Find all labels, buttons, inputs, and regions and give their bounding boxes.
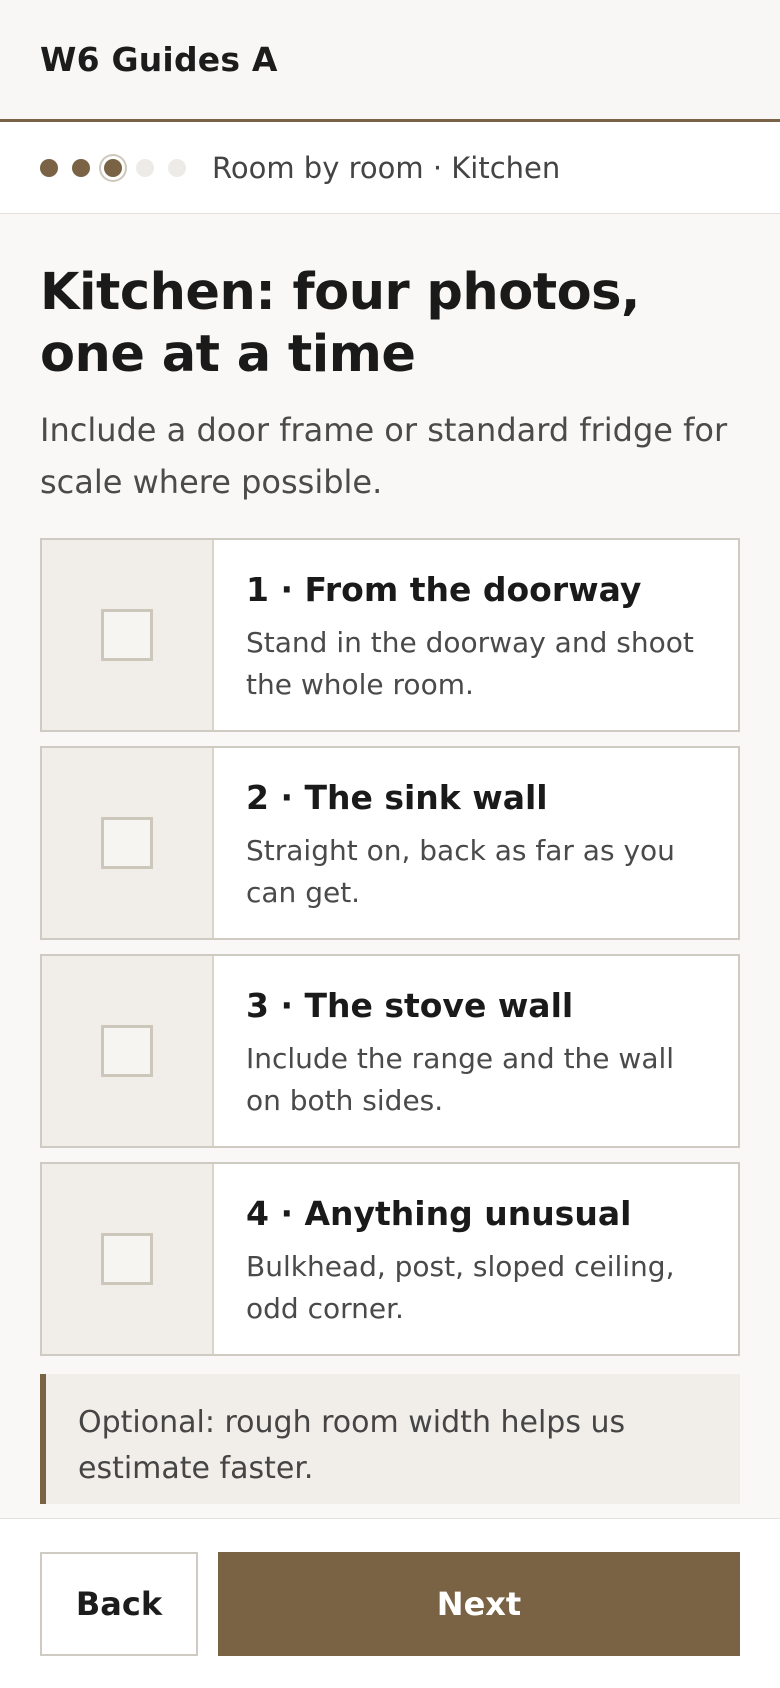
- shot-item-stove-wall[interactable]: 3 · The stove wall Include the range and…: [40, 954, 740, 1148]
- shot-checkbox-3[interactable]: [101, 1025, 153, 1077]
- shot-checkbox-1[interactable]: [101, 609, 153, 661]
- progress-label: Room by room · Kitchen: [212, 150, 561, 185]
- shot-body: 1 · From the doorway Stand in the doorwa…: [214, 540, 738, 730]
- shot-body: 2 · The sink wall Straight on, back as f…: [214, 748, 738, 938]
- shot-thumbnail[interactable]: [42, 540, 214, 730]
- shot-item-unusual[interactable]: 4 · Anything unusual Bulkhead, post, slo…: [40, 1162, 740, 1356]
- shot-title: 4 · Anything unusual: [246, 1194, 632, 1233]
- footer-nav: Back Next: [0, 1518, 780, 1688]
- shot-description: Include the range and the wall on both s…: [246, 1042, 675, 1117]
- shot-item-doorway[interactable]: 1 · From the doorway Stand in the doorwa…: [40, 538, 740, 732]
- progress-dot-5: [168, 158, 186, 177]
- shot-body: 4 · Anything unusual Bulkhead, post, slo…: [214, 1164, 738, 1354]
- shot-item-sink-wall[interactable]: 2 · The sink wall Straight on, back as f…: [40, 746, 740, 940]
- shot-thumbnail[interactable]: [42, 748, 214, 938]
- shot-thumbnail[interactable]: [42, 1164, 214, 1354]
- shot-body: 3 · The stove wall Include the range and…: [214, 956, 738, 1146]
- page-title: Kitchen: four photos, one at a time: [40, 263, 640, 384]
- shot-description: Bulkhead, post, sloped ceiling, odd corn…: [246, 1250, 675, 1325]
- progress-dot-2: [72, 158, 90, 177]
- shot-checkbox-2[interactable]: [101, 817, 153, 869]
- shot-list: 1 · From the doorway Stand in the doorwa…: [40, 538, 740, 1356]
- next-button[interactable]: Next: [218, 1552, 740, 1656]
- optional-note: Optional: rough room width helps us esti…: [40, 1374, 740, 1504]
- progress-dot-4: [136, 158, 154, 177]
- shot-description: Straight on, back as far as you can get.: [246, 834, 675, 909]
- shot-checkbox-4[interactable]: [101, 1233, 153, 1285]
- progress-indicator: Room by room · Kitchen: [0, 122, 780, 214]
- shot-description: Stand in the doorway and shoot the whole…: [246, 626, 694, 701]
- app-title: W6 Guides A: [40, 40, 278, 79]
- progress-dot-3: [104, 158, 122, 177]
- page-subtitle: Include a door frame or standard fridge …: [40, 411, 728, 501]
- progress-dots: [40, 158, 200, 177]
- shot-title: 3 · The stove wall: [246, 986, 574, 1025]
- app-header: W6 Guides A: [0, 0, 780, 122]
- main-content: Kitchen: four photos, one at a time Incl…: [0, 262, 780, 1504]
- back-button[interactable]: Back: [40, 1552, 198, 1656]
- shot-title: 1 · From the doorway: [246, 570, 642, 609]
- shot-title: 2 · The sink wall: [246, 778, 548, 817]
- progress-dot-1: [40, 158, 58, 177]
- shot-thumbnail[interactable]: [42, 956, 214, 1146]
